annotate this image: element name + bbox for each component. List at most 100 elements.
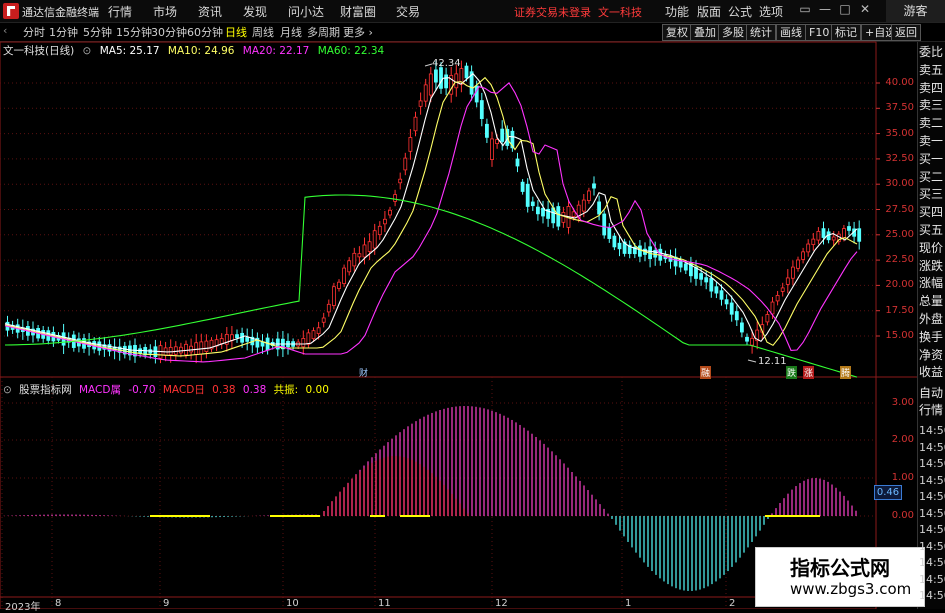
price-tick: 15.00 [885, 330, 914, 341]
candle-body [607, 227, 612, 239]
date-tick: 12 [495, 598, 508, 609]
candle-body [357, 253, 362, 258]
candle-body [464, 65, 469, 79]
candle-body [587, 190, 591, 201]
candle-body [454, 73, 459, 89]
sidebar-field[interactable]: 换手 [919, 330, 945, 344]
low-price-label: 12.11 [758, 356, 787, 367]
candle-body [301, 338, 306, 348]
tick-time: 14:50 [919, 490, 945, 503]
indicator-settings-icon[interactable]: ⊙ [3, 384, 12, 396]
candle-body [347, 260, 352, 273]
candle-body [444, 74, 449, 89]
candle-body [765, 314, 770, 323]
price-tick: 30.00 [885, 178, 914, 190]
sidebar-field[interactable]: 委比 [919, 45, 945, 59]
price-tick: 27.50 [885, 203, 914, 215]
sidebar-field[interactable]: 买一 [919, 152, 945, 166]
sidebar-field[interactable]: 买三 [919, 187, 945, 201]
candle-body [581, 199, 586, 212]
candle-body [331, 286, 336, 306]
candle-body [178, 346, 183, 354]
watermark-title: 指标公式网 [790, 556, 890, 580]
macd-day-value-2: 0.38 [242, 384, 267, 396]
sidebar-field[interactable]: 买四 [919, 205, 945, 219]
macd-tick: 0.00 [891, 510, 914, 521]
candle-body [189, 345, 194, 353]
event-marker-finance[interactable]: 财 [358, 366, 369, 379]
event-marker-tencent[interactable]: 腾 [840, 366, 852, 379]
candle-body [536, 206, 540, 215]
macd-panel-frame [0, 376, 877, 609]
candle-body [612, 235, 617, 248]
candle-body [602, 213, 607, 236]
sidebar-mode[interactable]: 自动 [919, 386, 945, 400]
sidebar-field[interactable]: 外盘 [919, 312, 945, 326]
candle-body [403, 157, 408, 171]
resonance-value: 0.00 [305, 384, 329, 396]
tick-time: 14:50 [919, 523, 945, 536]
sidebar-field[interactable]: 卖五 [919, 63, 945, 77]
candle-body [683, 263, 688, 271]
candle-body [709, 278, 714, 292]
candle-body [219, 338, 224, 345]
candle-body [785, 277, 790, 285]
candle-body [857, 228, 862, 242]
sidebar-field[interactable]: 卖一 [919, 134, 945, 148]
candle-body [194, 342, 199, 355]
date-tick: 1 [625, 598, 632, 609]
tick-time: 14:50 [919, 473, 945, 487]
candle-body [719, 290, 724, 300]
event-marker-up[interactable]: 涨 [803, 366, 815, 379]
sidebar-field[interactable]: 涨幅 [919, 276, 945, 290]
candle-body [638, 245, 642, 257]
date-tick: 11 [378, 598, 391, 609]
candle-body [439, 67, 443, 89]
candle-body [801, 251, 805, 260]
sidebar-field[interactable]: 买五 [919, 223, 945, 237]
sidebar-field[interactable]: 现价 [919, 241, 945, 255]
ma20-line [4, 82, 858, 363]
tick-time: 14:50 [919, 539, 945, 553]
candle-body [816, 230, 821, 241]
current-macd-value: 0.46 [874, 485, 902, 500]
sidebar-mode[interactable]: 行情 [919, 403, 945, 417]
candle-body [571, 211, 576, 217]
sidebar-field[interactable]: 涨跌 [919, 259, 945, 273]
sidebar-field[interactable]: 卖四 [919, 81, 945, 95]
watermark-url: www.zbgs3.com [790, 580, 912, 598]
candle-body [556, 206, 561, 227]
candle-body [561, 212, 566, 223]
candle-body [326, 303, 331, 313]
candle-body [796, 259, 800, 269]
candle-body [520, 181, 525, 192]
candle-body [806, 243, 811, 253]
candle-body [704, 277, 709, 283]
date-tick: 10 [286, 598, 299, 609]
candle-body [418, 100, 423, 107]
macd-legend: ⊙ 股票指标网 MACD属 -0.70 MACD日 0.38 0.38 共振: … [3, 382, 333, 397]
candle-body [428, 73, 433, 96]
sidebar-field[interactable]: 总量 [919, 294, 945, 308]
sidebar-field[interactable]: 净资 [919, 348, 945, 362]
sidebar-field[interactable]: 卖二 [919, 116, 945, 130]
sidebar-field[interactable]: 收益 [919, 365, 945, 379]
candle-body [617, 242, 622, 250]
sidebar-field[interactable]: 买二 [919, 170, 945, 184]
event-marker-down[interactable]: 跌 [786, 366, 798, 379]
candle-body [173, 346, 178, 355]
tick-time: 14:50 [919, 457, 945, 470]
candlestick-chart[interactable] [0, 0, 945, 609]
sidebar-field[interactable]: 卖三 [919, 98, 945, 112]
macd-tick: 3.00 [891, 397, 914, 408]
candle-body [831, 236, 836, 241]
candle-body [382, 218, 387, 225]
tick-time: 14:50 [919, 572, 945, 586]
candle-body [306, 332, 311, 345]
indicator-name: 股票指标网 [19, 384, 72, 396]
candle-body [821, 228, 826, 238]
candle-body [515, 158, 520, 167]
event-marker-margin[interactable]: 融 [700, 366, 712, 379]
macd-attr-value: -0.70 [128, 384, 156, 396]
candle-body [847, 226, 851, 231]
